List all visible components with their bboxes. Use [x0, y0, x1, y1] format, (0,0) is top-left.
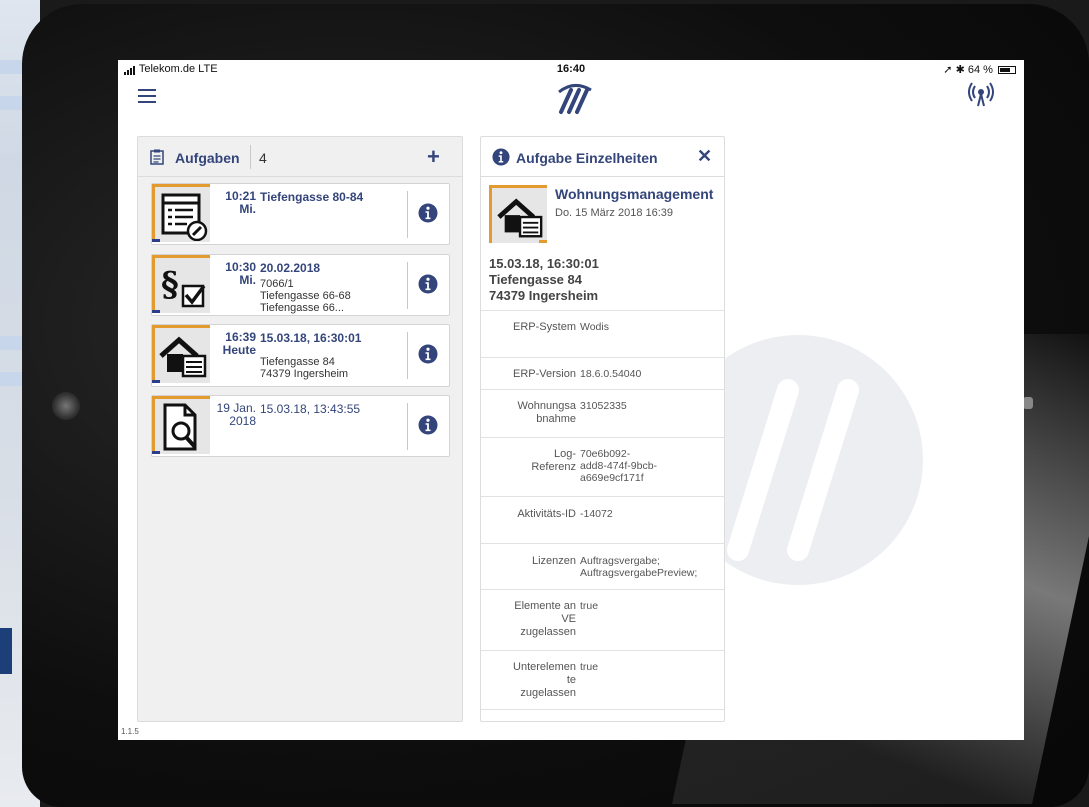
location-icon: ➚ [943, 64, 953, 76]
field-value: 18.6.0.54040 [580, 368, 642, 380]
task-line: Tiefengasse 66-68 [260, 290, 351, 302]
task-time-day: Mi. [239, 273, 256, 287]
field-key: Wohnungsa bnahme [517, 400, 576, 425]
desktop-strip-dark [0, 628, 12, 674]
card-divider [407, 262, 408, 309]
battery-percent: 64 % [967, 64, 993, 76]
task-line: Tiefengasse 66... [260, 302, 344, 314]
detail-name: Wohnungsmanagement [555, 186, 714, 202]
task-line: 7066/1 [260, 278, 294, 290]
detail-title: Aufgabe Einzelheiten [516, 150, 658, 166]
field-value: 31052335 [580, 400, 627, 412]
status-right: ➚ ✱ 64 % [943, 63, 1016, 76]
task-thumbnail: § [152, 255, 210, 313]
task-time-day: Mi. [239, 202, 256, 216]
close-button[interactable]: ✕ [697, 146, 712, 167]
detail-address: 15.03.18, 16:30:01 Tiefengasse 84 74379 … [489, 256, 599, 304]
clock: 16:40 [556, 63, 586, 75]
address-line: 74379 Ingersheim [489, 288, 599, 303]
clipboard-icon [150, 149, 164, 165]
info-icon[interactable] [418, 203, 438, 223]
tasks-header: Aufgaben 4 + [138, 137, 462, 177]
task-title: 20.02.2018 [260, 261, 321, 275]
card-divider [407, 332, 408, 379]
field-value: -14072 [580, 508, 613, 520]
info-icon[interactable] [418, 274, 438, 294]
header-divider [250, 145, 251, 169]
detail-date: Do. 15 März 2018 16:39 [555, 207, 674, 219]
tasks-title: Aufgaben [175, 150, 240, 166]
field-key: Lizenzen [531, 555, 576, 567]
field-key: Aktivitäts-ID [517, 508, 576, 520]
field-value: true [580, 600, 599, 612]
detail-thumbnail [489, 185, 547, 243]
info-icon[interactable] [418, 344, 438, 364]
field-value: Auftragsvergabe; AuftragsvergabePreview; [580, 555, 698, 579]
bluetooth-icon: ✱ [955, 64, 965, 76]
tasks-count: 4 [259, 150, 267, 166]
task-time-day: Heute [222, 343, 256, 357]
tasks-panel: Aufgaben 4 + 10:21 Mi. Tiefengasse 80-84 [137, 136, 463, 722]
field-key: ERP-System [513, 321, 576, 333]
house-list-icon [159, 336, 207, 378]
task-card[interactable]: 10:21 Mi. Tiefengasse 80-84 [151, 183, 450, 245]
document-search-icon [163, 403, 197, 451]
field-value: 70e6b092- add8-474f-9bcb-a669e9cf171f [580, 448, 658, 484]
paragraph-check-icon: § [161, 265, 206, 308]
task-time: 10:21 Mi. [216, 190, 256, 216]
task-time: 19 Jan. 2018 [216, 402, 256, 428]
info-icon[interactable] [418, 415, 438, 435]
field-row: Unterelemen te zugelassen true [481, 650, 724, 710]
add-task-button[interactable]: + [427, 144, 440, 170]
card-divider [407, 403, 408, 450]
battery-icon [998, 66, 1016, 75]
status-bar: Telekom.de LTE 16:40 ➚ ✱ 64 % [118, 60, 1024, 78]
field-key: Log- Referenz [531, 448, 576, 473]
field-row: ERP-Version 18.6.0.54040 [481, 357, 724, 389]
info-icon [492, 148, 510, 166]
task-time: 10:30 Mi. [216, 261, 256, 287]
house-list-icon [497, 198, 543, 238]
app-screen: Telekom.de LTE 16:40 ➚ ✱ 64 % Aufgaben 4… [118, 60, 1024, 740]
field-row: Aktivitäts-ID -14072 [481, 496, 724, 543]
task-thumbnail [152, 325, 210, 383]
tablet-camera [52, 392, 80, 420]
field-value: Wodis [580, 321, 609, 333]
antenna-icon[interactable] [967, 80, 995, 108]
field-value: true [580, 661, 599, 673]
form-edit-icon [161, 193, 208, 241]
address-line: Tiefengasse 84 [489, 272, 582, 287]
task-card[interactable]: § 10:30 Mi. 20.02.2018 7066/1 Tiefengass… [151, 254, 450, 316]
task-line: 74379 Ingersheim [260, 368, 349, 380]
field-key: Unterelemen te zugelassen [513, 661, 576, 699]
task-thumbnail [152, 396, 210, 454]
task-card[interactable]: 19 Jan. 2018 15.03.18, 13:43:55 [151, 395, 450, 457]
field-row: Lizenzen Auftragsvergabe; Auftragsvergabe… [481, 543, 724, 589]
field-row: Wohnungsa bnahme 31052335 [481, 389, 724, 437]
detail-fields: ERP-System Wodis ERP-Version 18.6.0.5404… [481, 310, 724, 710]
detail-header: Aufgabe Einzelheiten ✕ [481, 137, 724, 177]
field-row: Elemente an VE zugelassen true [481, 589, 724, 650]
task-title: 15.03.18, 16:30:01 [260, 331, 362, 345]
task-card[interactable]: 16:39 Heute 15.03.18, 16:30:01 Tiefengas… [151, 324, 450, 387]
menu-icon[interactable] [138, 89, 156, 103]
app-version: 1.1.5 [121, 727, 139, 736]
field-key: Elemente an VE zugelassen [514, 600, 576, 638]
field-row: ERP-System Wodis [481, 310, 724, 357]
task-time-day: 2018 [229, 414, 256, 428]
task-title: Tiefengasse 80-84 [260, 190, 364, 204]
card-divider [407, 191, 408, 238]
task-time: 16:39 Heute [216, 331, 256, 357]
field-key: ERP-Version [513, 368, 576, 380]
task-line: Tiefengasse 84 [260, 356, 335, 368]
field-row: Log- Referenz 70e6b092- add8-474f-9bcb-a66… [481, 437, 724, 496]
detail-panel: Aufgabe Einzelheiten ✕ Wohnungsmanagemen… [480, 136, 725, 722]
svg-text:§: § [161, 265, 179, 305]
tablet-side-button [1023, 397, 1033, 409]
task-thumbnail [152, 184, 210, 242]
address-line: 15.03.18, 16:30:01 [489, 256, 599, 271]
app-logo-icon [558, 84, 592, 114]
task-title: 15.03.18, 13:43:55 [260, 402, 361, 416]
